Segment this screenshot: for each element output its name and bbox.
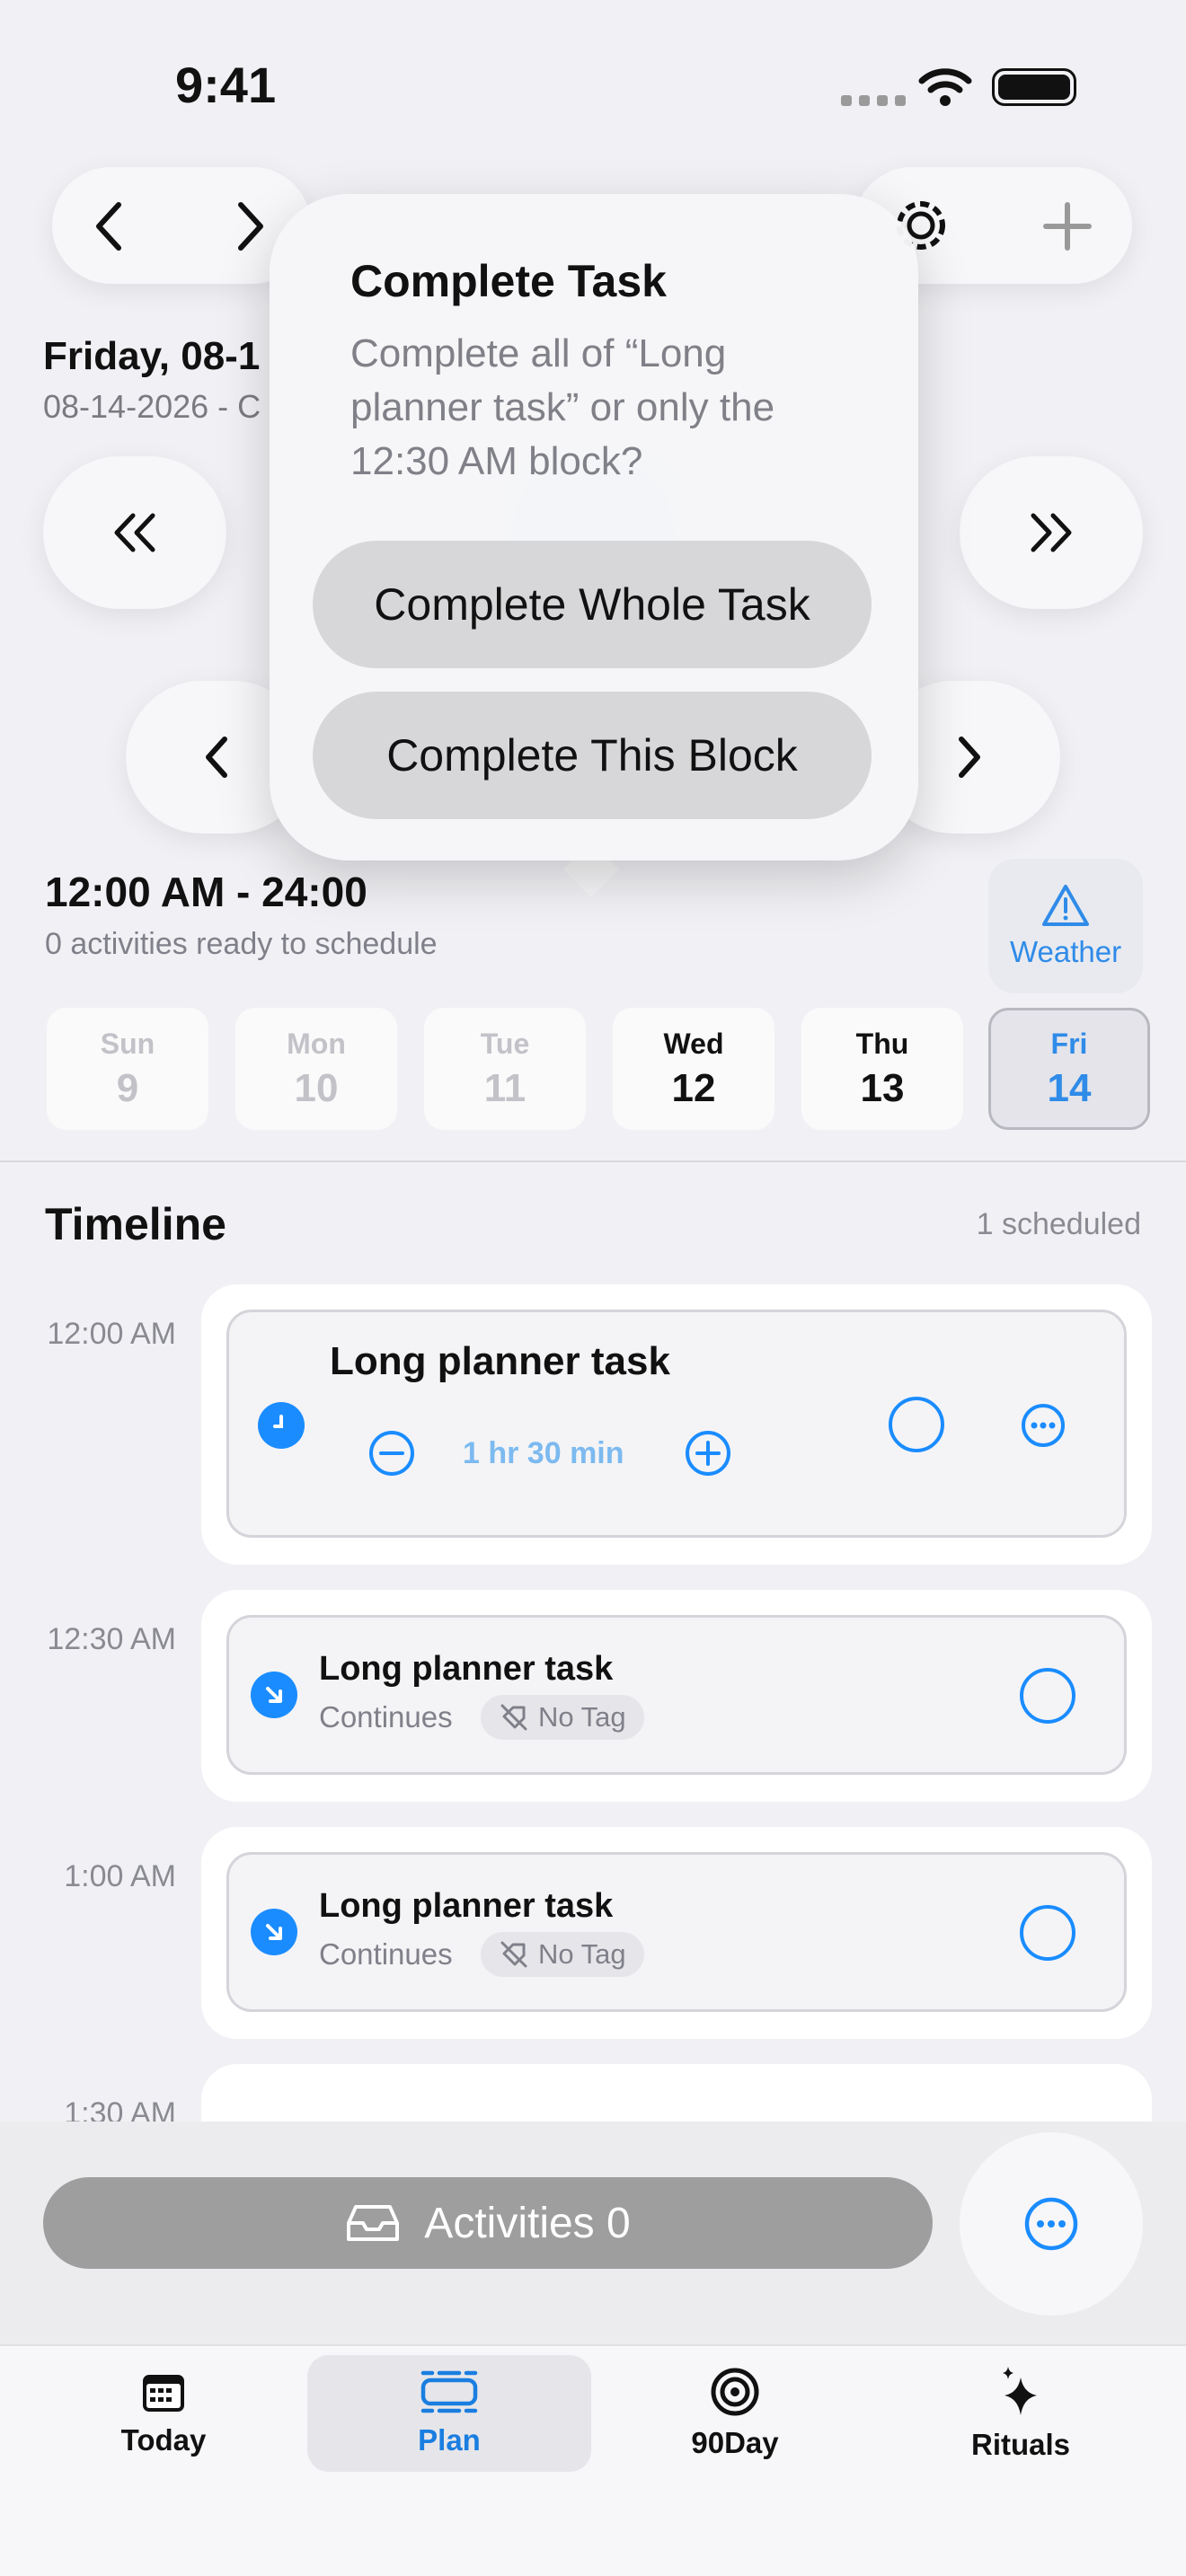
- continues-label: Continues: [319, 1700, 453, 1734]
- tag-slash-icon: [500, 1941, 527, 1968]
- activities-button[interactable]: Activities 0: [43, 2177, 933, 2269]
- day-name: Wed: [663, 1027, 724, 1060]
- tab-label: Plan: [418, 2423, 481, 2457]
- complete-checkbox[interactable]: [889, 1397, 944, 1452]
- tag-label: No Tag: [538, 1938, 626, 1970]
- time-label: 12:00 AM: [47, 1317, 176, 1351]
- chevron-right-icon[interactable]: [232, 201, 268, 251]
- battery-icon: [992, 68, 1076, 106]
- day-name: Mon: [287, 1027, 346, 1060]
- prev-week-button[interactable]: [43, 456, 226, 609]
- day-name: Thu: [855, 1027, 909, 1060]
- more-button[interactable]: [960, 2132, 1143, 2316]
- plus-circle-icon[interactable]: [684, 1429, 732, 1478]
- tag-badge[interactable]: No Tag: [481, 1695, 644, 1740]
- day-name: Fri: [1050, 1027, 1088, 1060]
- tab-rituals[interactable]: Rituals: [879, 2355, 1163, 2472]
- section-divider: [0, 1160, 1186, 1162]
- day-number: 12: [671, 1065, 716, 1110]
- time-label: 12:30 AM: [47, 1622, 176, 1656]
- chevron-right-icon: [959, 737, 980, 778]
- clock-icon: [258, 1402, 305, 1449]
- day-number: 9: [116, 1065, 139, 1110]
- continues-label: Continues: [319, 1937, 453, 1971]
- status-time: 9:41: [175, 57, 277, 113]
- time-label: 1:00 AM: [64, 1859, 176, 1893]
- tag-label: No Tag: [538, 1701, 626, 1733]
- tab-label: 90Day: [691, 2426, 779, 2459]
- popover-title: Complete Task: [350, 256, 667, 306]
- double-chevron-right-icon: [1031, 513, 1072, 552]
- day-number: 13: [860, 1065, 905, 1110]
- day-number: 11: [483, 1065, 527, 1110]
- day-tue[interactable]: Tue 11: [424, 1008, 586, 1130]
- tab-label: Today: [120, 2423, 207, 2457]
- day-fri[interactable]: Fri 14: [988, 1008, 1150, 1130]
- more-options-icon: [1024, 2197, 1078, 2251]
- task-block[interactable]: Long planner task 1 hr 30 min: [226, 1310, 1127, 1538]
- minus-circle-icon[interactable]: [367, 1429, 416, 1478]
- warning-icon: [1042, 885, 1089, 926]
- task-title: Long planner task: [319, 1887, 614, 1925]
- duration-label: 1 hr 30 min: [463, 1436, 624, 1470]
- time-range-title: 12:00 AM - 24:00: [45, 869, 367, 915]
- wifi-icon: [918, 68, 972, 106]
- double-chevron-left-icon: [114, 513, 155, 552]
- chevron-left-icon: [206, 737, 227, 778]
- day-thu[interactable]: Thu 13: [801, 1008, 963, 1130]
- chevron-left-icon[interactable]: [92, 201, 128, 251]
- day-name: Sun: [100, 1027, 155, 1060]
- tab-90day[interactable]: 90Day: [593, 2355, 877, 2472]
- signal-icon: [841, 95, 906, 106]
- complete-checkbox[interactable]: [1020, 1668, 1075, 1724]
- task-continuation[interactable]: Long planner task Continues No Tag: [226, 1852, 1127, 2012]
- tag-slash-icon: [500, 1704, 527, 1731]
- popover-message: Complete all of “Long planner task” or o…: [350, 331, 775, 483]
- inbox-icon: [347, 2205, 400, 2241]
- next-week-button[interactable]: [960, 456, 1143, 609]
- complete-whole-task-button[interactable]: Complete Whole Task: [313, 541, 872, 668]
- day-number: 10: [294, 1065, 339, 1110]
- task-title: Long planner task: [330, 1339, 670, 1383]
- date-subtitle: 08-14-2026 - C: [43, 388, 261, 425]
- day-sun[interactable]: Sun 9: [47, 1008, 208, 1130]
- tab-plan[interactable]: Plan: [307, 2355, 591, 2472]
- sparkles-icon: [1003, 2367, 1037, 2415]
- scheduled-count: 1 scheduled: [976, 1207, 1141, 1241]
- date-title: Friday, 08-1: [43, 334, 261, 378]
- plan-icon: [420, 2370, 478, 2413]
- timeline-title: Timeline: [45, 1199, 226, 1249]
- activities-ready-text: 0 activities ready to schedule: [45, 927, 438, 961]
- tag-badge[interactable]: No Tag: [481, 1932, 644, 1977]
- activities-label: Activities 0: [424, 2199, 631, 2247]
- task-continuation[interactable]: Long planner task Continues No Tag: [226, 1615, 1127, 1775]
- tab-today[interactable]: Today: [22, 2355, 305, 2472]
- arrow-down-right-icon: [251, 1672, 297, 1718]
- complete-checkbox[interactable]: [1020, 1905, 1075, 1961]
- arrow-down-right-icon: [251, 1909, 297, 1955]
- add-icon[interactable]: [1040, 199, 1094, 253]
- target-icon: [711, 2368, 759, 2416]
- tab-label: Rituals: [970, 2428, 1071, 2461]
- weather-button[interactable]: Weather: [988, 859, 1143, 993]
- day-wed[interactable]: Wed 12: [613, 1008, 774, 1130]
- day-name: Tue: [480, 1027, 530, 1060]
- complete-this-block-button[interactable]: Complete This Block: [313, 692, 872, 819]
- weather-label: Weather: [1009, 935, 1122, 968]
- more-options-icon[interactable]: [1020, 1402, 1067, 1449]
- calendar-icon: [143, 2375, 184, 2412]
- day-mon[interactable]: Mon 10: [235, 1008, 397, 1130]
- day-number: 14: [1047, 1065, 1092, 1110]
- task-title: Long planner task: [319, 1650, 614, 1688]
